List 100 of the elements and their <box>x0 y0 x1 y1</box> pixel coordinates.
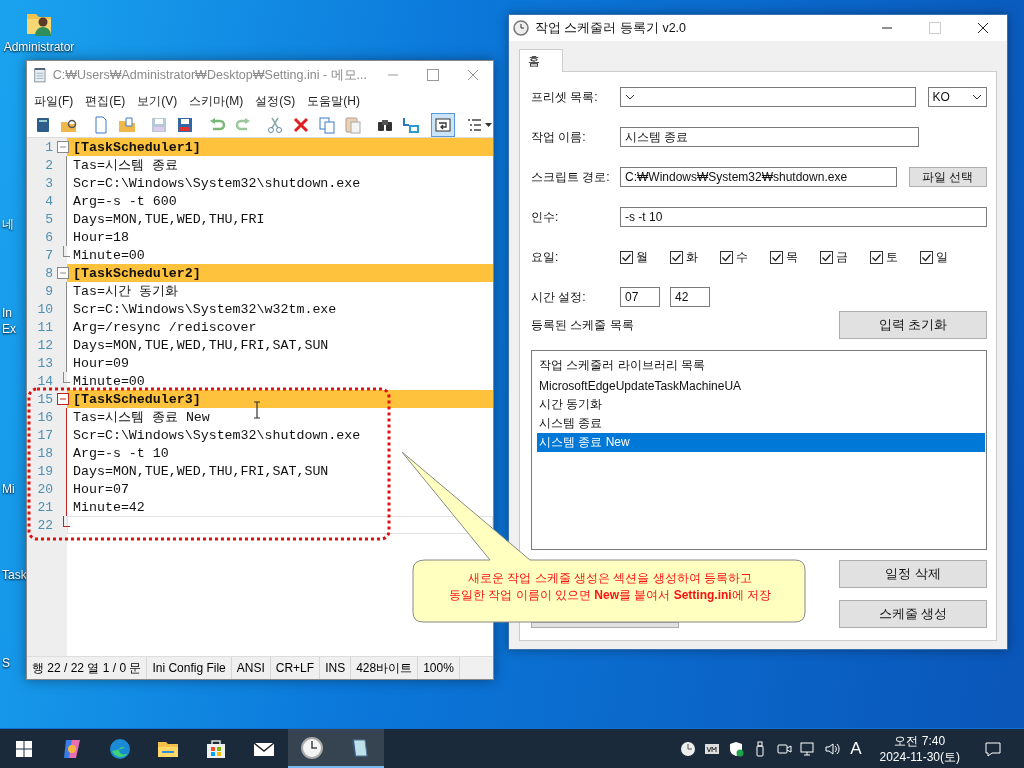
status-bar-item: CR+LF <box>270 657 321 679</box>
volume-icon[interactable] <box>824 740 841 757</box>
field-label: 요일: <box>531 248 560 266</box>
input-method-indicator[interactable]: A <box>850 738 862 759</box>
checkbox[interactable] <box>770 250 783 264</box>
code-line: Arg=/resync /rediscover <box>72 319 257 335</box>
text-cursor-icon <box>253 401 261 419</box>
list-box[interactable]: 작업 스케줄러 라이브러리 목록 MicrosoftEdgeUpdateTaskMachineUA 시간 동기화 시스템 종료 시스템 종료 New <box>531 350 987 550</box>
input-field[interactable]: C:₩Windows₩System32₩shutdown.exe <box>620 167 897 187</box>
checkbox[interactable] <box>670 250 683 264</box>
checkbox[interactable] <box>620 250 633 264</box>
book-icon[interactable] <box>34 116 52 134</box>
notification-icon[interactable] <box>984 739 1002 758</box>
checkbox-label[interactable]: 금 <box>836 248 848 266</box>
status-bar-item: ANSI <box>231 657 271 679</box>
checkbox-label[interactable]: 일 <box>936 248 948 266</box>
section-header: [TaskScheduler1] <box>72 139 201 155</box>
list-item[interactable]: 시간 동기화 <box>537 395 985 414</box>
word-wrap-icon[interactable] <box>434 116 452 134</box>
line-number: 18 <box>36 445 53 461</box>
input-field[interactable]: -s -t 10 <box>620 207 987 227</box>
delete-icon[interactable] <box>292 116 310 134</box>
shield-icon[interactable] <box>728 740 745 757</box>
checkbox-label[interactable]: 월 <box>636 248 648 266</box>
code-line: Days=MON,TUE,WED,THU,FRI <box>72 211 265 227</box>
clock[interactable]: 오전 7:40 2024-11-30(토) <box>879 732 960 765</box>
status-bar-item: INS <box>320 657 352 679</box>
line-number: 1 <box>44 139 53 155</box>
list-item[interactable]: 시스템 종료 New <box>537 433 985 452</box>
input-field[interactable]: 시스템 종료 <box>620 127 919 147</box>
list-icon[interactable] <box>466 116 493 134</box>
browser-icon[interactable] <box>108 736 132 761</box>
network-icon[interactable] <box>800 740 817 757</box>
checkbox[interactable] <box>720 250 733 264</box>
code-line: Days=MON,TUE,WED,THU,FRI,SAT,SUN <box>72 463 329 479</box>
replace-icon[interactable] <box>402 116 420 134</box>
menu-item[interactable]: 설정(S) <box>254 90 297 112</box>
field-label: 시간 설정: <box>531 288 587 306</box>
checkbox-label[interactable]: 토 <box>886 248 898 266</box>
status-bar-item: 행 22 / 22 열 1 / 0 문 <box>27 657 148 679</box>
status-bar-item: Ini Config File <box>147 657 232 679</box>
clock-icon[interactable] <box>680 740 697 757</box>
code-line: Hour=07 <box>72 481 129 497</box>
section-header: [TaskScheduler3] <box>72 391 201 407</box>
code-line: Scr=C:\Windows\System32\shutdown.exe <box>72 175 361 191</box>
copy-icon[interactable] <box>318 116 336 134</box>
checkbox[interactable] <box>870 250 883 264</box>
code-line: Hour=09 <box>72 355 129 371</box>
button[interactable]: 일정 삭제 <box>839 560 987 588</box>
line-number: 22 <box>36 517 53 533</box>
menu-item[interactable]: 보기(V) <box>136 90 179 112</box>
code-line: Days=MON,TUE,WED,THU,FRI,SAT,SUN <box>72 337 329 353</box>
clock-icon[interactable] <box>300 735 324 760</box>
line-number: 8 <box>44 265 53 281</box>
chevron-down-icon[interactable] <box>972 94 982 100</box>
code-line: Scr=C:\Windows\System32\w32tm.exe <box>72 301 337 317</box>
line-number: 9 <box>44 283 53 299</box>
maximize-button[interactable] <box>427 69 439 81</box>
button[interactable]: 파일 선택 <box>908 167 987 187</box>
fold-toggle-icon[interactable] <box>57 267 69 279</box>
dropdown[interactable] <box>620 87 916 107</box>
code-line: Tas=시스템 종료 New <box>72 409 210 426</box>
code-line: Tas=시스템 종료 <box>72 157 178 174</box>
menu-item[interactable]: 도움말(H) <box>306 90 361 112</box>
field-label: 작업 이름: <box>531 128 587 146</box>
checkbox[interactable] <box>920 250 933 264</box>
line-number: 13 <box>36 355 53 371</box>
menu-item[interactable]: 편집(E) <box>84 90 127 112</box>
code-line: Minute=42 <box>72 499 145 515</box>
section-label: 등록된 스케줄 목록 <box>531 316 634 334</box>
fold-toggle-icon[interactable] <box>57 393 69 405</box>
menu-item[interactable]: 파일(F) <box>33 90 75 112</box>
window-title: C:₩Users₩Administrator₩Desktop₩Setting.ini - 메모... <box>52 66 367 84</box>
button[interactable]: 스케줄 생성 <box>839 600 987 628</box>
input-field[interactable]: 07 <box>620 287 660 307</box>
checkbox-label[interactable]: 수 <box>736 248 748 266</box>
fold-toggle-icon[interactable] <box>57 141 69 153</box>
tab[interactable]: 홈 <box>519 49 563 72</box>
line-number: 10 <box>36 301 53 317</box>
checkbox[interactable] <box>820 250 833 264</box>
window-title: 작업 스케줄러 등록기 v2.0 <box>535 19 688 37</box>
dropdown[interactable]: KO <box>927 87 987 107</box>
line-number: 19 <box>36 463 53 479</box>
line-number: 14 <box>36 373 53 389</box>
callout-text: 새로운 작업 스케줄 생성은 섹션을 생성하여 등록하고 동일한 작업 이름이 있으면 New를 붙여서 Setting.ini에 저장 <box>447 570 772 604</box>
code-line: Tas=시간 동기화 <box>72 283 178 300</box>
menu-item[interactable]: 스키마(M) <box>188 90 245 112</box>
checkbox-label[interactable]: 목 <box>786 248 798 266</box>
checkbox-label[interactable]: 화 <box>686 248 698 266</box>
input-field[interactable]: 42 <box>670 287 710 307</box>
save-icon[interactable] <box>176 116 194 134</box>
section-header: [TaskScheduler2] <box>72 265 201 281</box>
list-item[interactable]: 시스템 종료 <box>537 414 985 433</box>
start-button[interactable] <box>16 740 32 757</box>
code-line: Hour=18 <box>72 229 129 245</box>
button[interactable]: 입력 초기화 <box>839 311 987 339</box>
list-item[interactable]: MicrosoftEdgeUpdateTaskMachineUA <box>537 376 985 395</box>
close-button[interactable] <box>977 22 989 34</box>
chevron-down-icon[interactable] <box>625 94 635 100</box>
scissors-icon[interactable] <box>266 116 284 134</box>
